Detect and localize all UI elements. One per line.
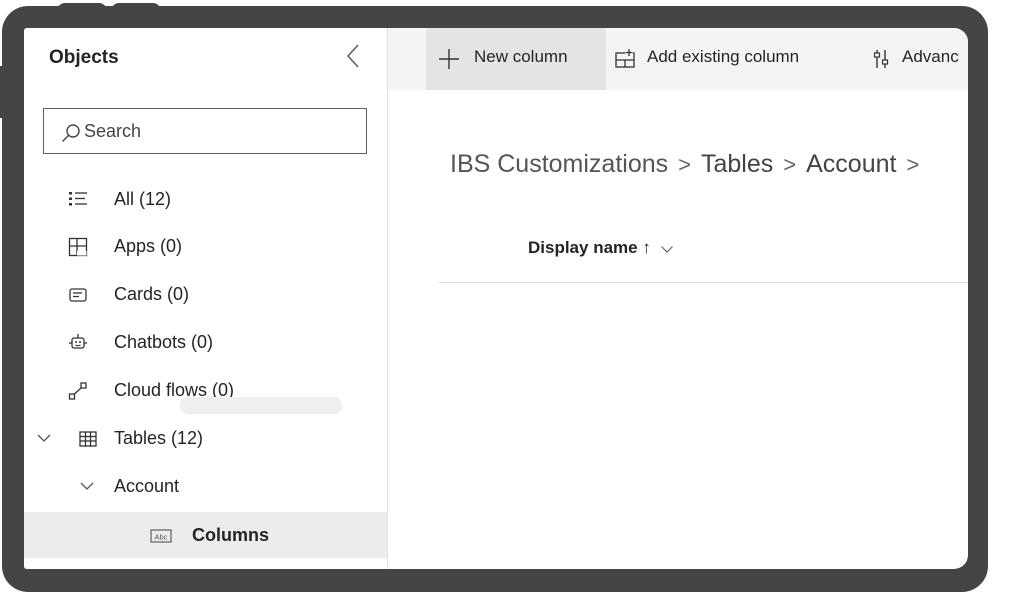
nav-item-columns[interactable]: Abc Columns <box>24 512 387 558</box>
breadcrumb-item[interactable]: Tables <box>701 150 773 178</box>
nav-item-tables[interactable]: Tables (12) <box>24 415 387 461</box>
chatbot-icon <box>69 334 87 349</box>
nav-item-cards[interactable]: Cards (0) <box>24 271 387 317</box>
search-input[interactable] <box>84 115 354 147</box>
command-bar: New column Add existing column Advanc <box>388 28 968 90</box>
nav-item-label: Account <box>114 476 180 496</box>
svg-text:Abc: Abc <box>155 532 168 541</box>
display-name-column-header[interactable]: Display name ↑ <box>528 238 674 258</box>
device-frame: Objects Search All (12) Apps (0) Cards (… <box>2 6 988 592</box>
button-label: Add existing column <box>647 47 800 66</box>
nav-item-account[interactable]: Account <box>24 463 387 509</box>
pane-title: Objects <box>49 47 119 68</box>
nav-item-label: Apps (0) <box>114 236 183 256</box>
search-box[interactable] <box>43 108 367 154</box>
breadcrumb: IBS Customizations > Tables > Account > <box>450 150 929 179</box>
collapse-pane-button[interactable] <box>342 42 366 70</box>
scrollbar-thumb[interactable] <box>180 397 342 414</box>
chevron-left-icon <box>347 44 359 68</box>
breadcrumb-item[interactable]: IBS Customizations <box>450 150 668 178</box>
card-icon <box>69 288 87 302</box>
chevron-down-icon[interactable] <box>79 478 95 494</box>
nav-item-label: Cards (0) <box>114 284 190 304</box>
nav-item-label: Columns <box>192 525 270 545</box>
breadcrumb-separator: > <box>783 152 797 177</box>
add-existing-column-button[interactable]: Add existing column <box>614 28 814 90</box>
add-existing-column-icon <box>615 49 635 68</box>
column-header-label: Display name ↑ <box>528 238 651 257</box>
nav-item-label: All (12) <box>114 189 172 209</box>
plus-icon <box>439 49 459 69</box>
search-icon <box>62 124 80 142</box>
chevron-down-icon[interactable] <box>36 430 52 446</box>
nav-item-apps[interactable]: Apps (0) <box>24 223 387 269</box>
new-column-button[interactable]: New column <box>426 28 606 90</box>
nav-item-label: Tables (12) <box>114 428 204 448</box>
table-icon <box>79 431 97 447</box>
nav-item-label: Chatbots (0) <box>114 332 214 352</box>
button-label: Advanc <box>902 47 959 66</box>
apps-grid-icon <box>68 237 88 257</box>
breadcrumb-item[interactable]: Account <box>806 150 896 178</box>
chevron-down-icon[interactable] <box>660 242 674 256</box>
button-label: New column <box>474 47 568 66</box>
tools-icon <box>873 50 889 68</box>
list-icon <box>69 192 87 206</box>
text-field-icon: Abc <box>150 529 172 543</box>
cloud-flow-icon <box>68 382 87 400</box>
grid-header-divider <box>438 282 968 283</box>
nav-item-all[interactable]: All (12) <box>24 176 387 222</box>
advanced-button[interactable]: Advanc <box>870 28 968 90</box>
breadcrumb-separator: > <box>906 152 920 177</box>
objects-pane: Objects Search All (12) Apps (0) Cards (… <box>24 28 388 569</box>
nav-item-chatbots[interactable]: Chatbots (0) <box>24 319 387 365</box>
breadcrumb-separator: > <box>678 152 691 177</box>
app-screen: Objects Search All (12) Apps (0) Cards (… <box>24 28 968 569</box>
main-area: New column Add existing column Advanc IB… <box>388 28 968 569</box>
